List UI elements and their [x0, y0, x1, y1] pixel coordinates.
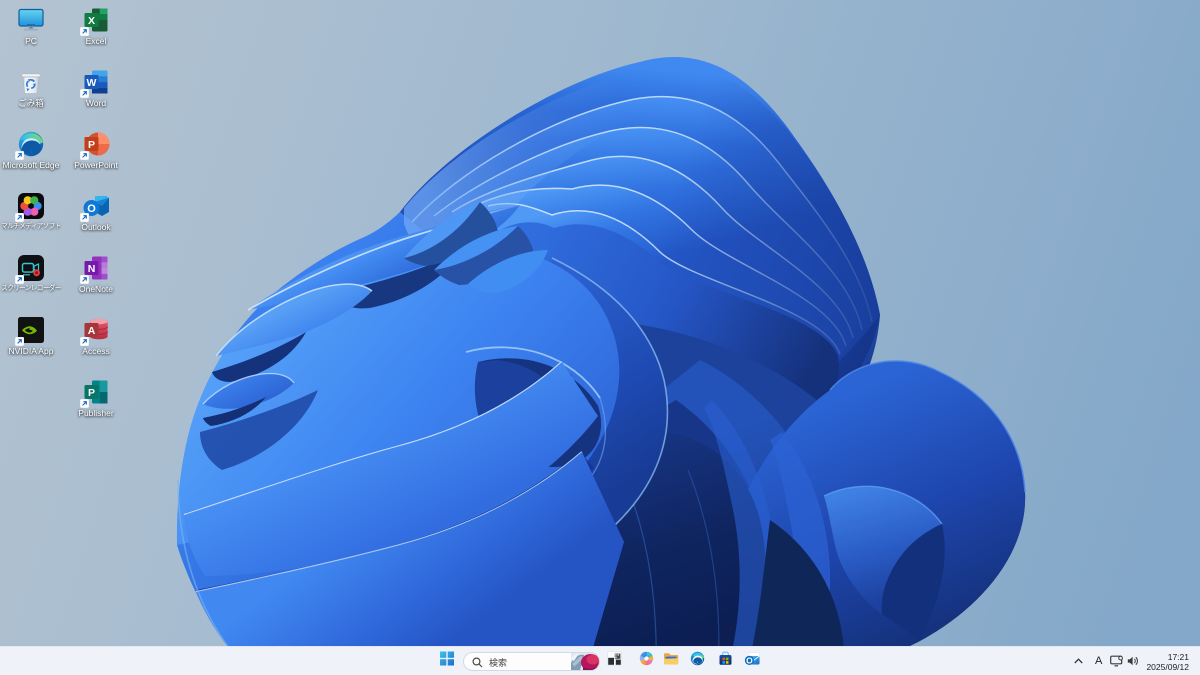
- svg-text:P: P: [88, 387, 95, 399]
- svg-text:P: P: [88, 139, 95, 151]
- svg-text:N: N: [88, 263, 96, 275]
- svg-text:W: W: [87, 77, 97, 89]
- svg-text:A: A: [88, 325, 96, 337]
- svg-text:X: X: [88, 15, 95, 27]
- svg-text:O: O: [746, 656, 753, 666]
